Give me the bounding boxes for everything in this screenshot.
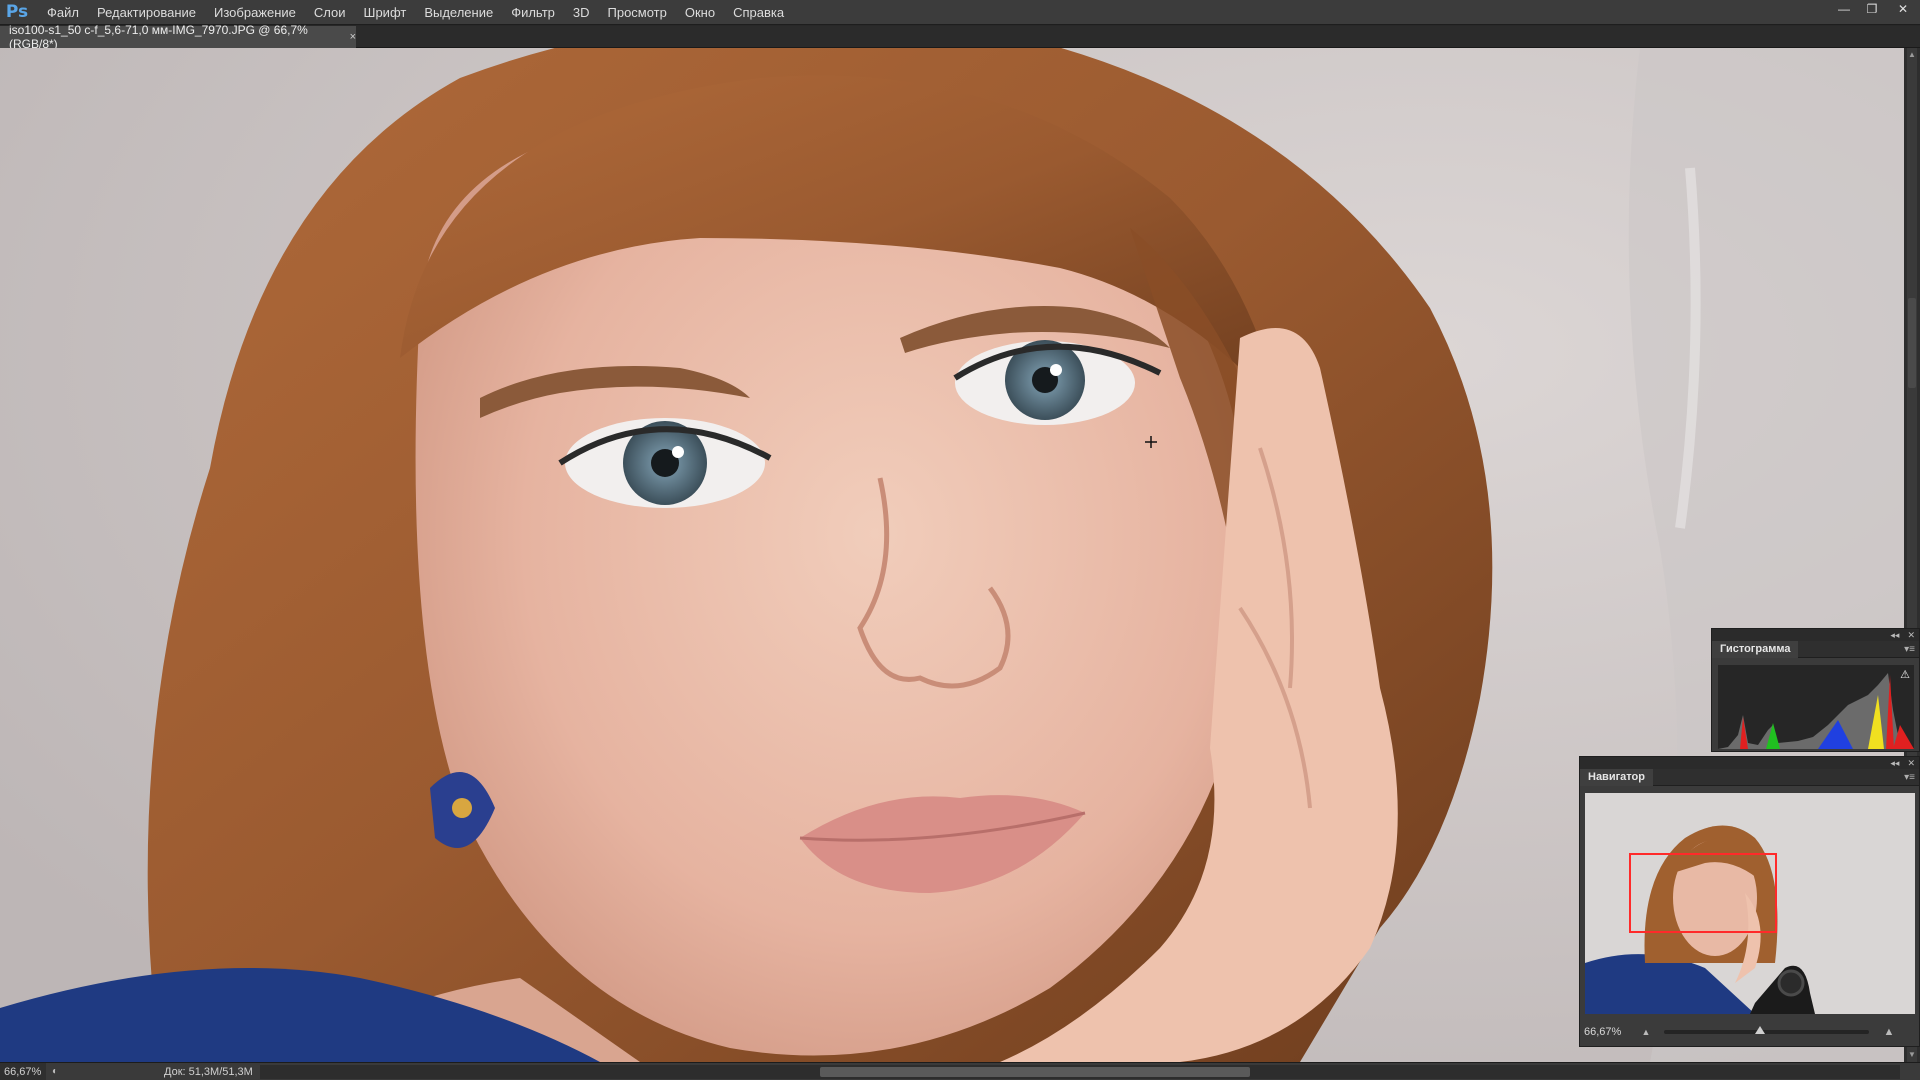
histogram-panel: ◂◂ ✕ Гистограмма ▾≡ ⚠ bbox=[1711, 628, 1920, 752]
navigator-view-box[interactable] bbox=[1629, 853, 1777, 933]
menu-view[interactable]: Просмотр bbox=[599, 0, 676, 25]
menu-edit[interactable]: Редактирование bbox=[88, 0, 205, 25]
menu-filter[interactable]: Фильтр bbox=[502, 0, 564, 25]
navigator-panel-titlebar: ◂◂ ✕ bbox=[1580, 757, 1919, 769]
tab-histogram[interactable]: Гистограмма bbox=[1712, 640, 1799, 658]
menu-window[interactable]: Окно bbox=[676, 0, 724, 25]
horizontal-scroll-thumb[interactable] bbox=[820, 1067, 1250, 1077]
document-tab-bar: iso100-s1_50 c-f_5,6-71,0 мм-IMG_7970.JP… bbox=[0, 23, 1920, 51]
menu-bar: Ps Файл Редактирование Изображение Слои … bbox=[0, 0, 1920, 25]
close-document-button[interactable]: × bbox=[350, 31, 356, 43]
zoom-level-field[interactable]: 66,67% bbox=[0, 1062, 46, 1080]
collapse-icon[interactable]: ◂◂ bbox=[1890, 630, 1899, 641]
scroll-down-arrow-icon[interactable]: ▼ bbox=[1904, 1048, 1920, 1062]
restore-button[interactable]: ❐ bbox=[1858, 0, 1886, 18]
menu-3d[interactable]: 3D bbox=[564, 0, 599, 25]
vertical-scroll-thumb[interactable] bbox=[1908, 298, 1916, 388]
menu-help[interactable]: Справка bbox=[724, 0, 793, 25]
document-size-info: Док: 51,3M/51,3M bbox=[164, 1065, 253, 1078]
histogram-panel-titlebar: ◂◂ ✕ bbox=[1712, 629, 1919, 641]
navigator-zoom-slider[interactable] bbox=[1664, 1026, 1869, 1034]
close-panel-icon[interactable]: ✕ bbox=[1907, 630, 1915, 641]
panel-menu-icon[interactable]: ▾≡ bbox=[1904, 644, 1919, 655]
horizontal-scrollbar[interactable] bbox=[260, 1065, 1900, 1079]
menu-items: Файл Редактирование Изображение Слои Шри… bbox=[38, 0, 793, 25]
window-controls: — ❐ ✕ bbox=[1830, 0, 1920, 18]
menu-image[interactable]: Изображение bbox=[205, 0, 305, 25]
histogram-graph: ⚠ bbox=[1718, 665, 1914, 749]
warning-icon[interactable]: ⚠ bbox=[1899, 669, 1911, 681]
navigator-tab-row: Навигатор ▾≡ bbox=[1580, 768, 1919, 786]
status-bar: 66,67% ◐ Док: 51,3M/51,3M ▶ bbox=[0, 1062, 1920, 1080]
photoshop-logo[interactable]: Ps bbox=[0, 0, 34, 25]
document-tab-title: iso100-s1_50 c-f_5,6-71,0 мм-IMG_7970.JP… bbox=[9, 23, 308, 51]
navigator-panel: ◂◂ ✕ Навигатор ▾≡ 66,67% ▲ ▲ bbox=[1579, 756, 1920, 1047]
collapse-icon[interactable]: ◂◂ bbox=[1890, 758, 1899, 769]
zoom-slider-handle[interactable] bbox=[1755, 1026, 1766, 1034]
navigator-controls: 66,67% ▲ ▲ bbox=[1580, 1019, 1919, 1045]
navigator-zoom-field[interactable]: 66,67% bbox=[1580, 1026, 1636, 1038]
menu-select[interactable]: Выделение bbox=[415, 0, 502, 25]
close-window-button[interactable]: ✕ bbox=[1886, 0, 1920, 18]
scroll-up-arrow-icon[interactable]: ▲ bbox=[1904, 48, 1920, 62]
minimize-button[interactable]: — bbox=[1830, 0, 1858, 18]
menu-layers[interactable]: Слои bbox=[305, 0, 355, 25]
menu-file[interactable]: Файл bbox=[38, 0, 88, 25]
histogram-tab-row: Гистограмма ▾≡ bbox=[1712, 640, 1919, 658]
document-tab[interactable]: iso100-s1_50 c-f_5,6-71,0 мм-IMG_7970.JP… bbox=[0, 23, 356, 51]
close-panel-icon[interactable]: ✕ bbox=[1907, 758, 1915, 769]
panel-menu-icon[interactable]: ▾≡ bbox=[1904, 772, 1919, 783]
tab-navigator[interactable]: Навигатор bbox=[1580, 768, 1653, 786]
document-info-icon[interactable]: ◐ bbox=[46, 1063, 64, 1080]
menu-type[interactable]: Шрифт bbox=[355, 0, 416, 25]
navigator-preview[interactable] bbox=[1585, 793, 1915, 1014]
zoom-out-icon[interactable]: ▲ bbox=[1636, 1027, 1656, 1037]
zoom-in-icon[interactable]: ▲ bbox=[1877, 1026, 1901, 1038]
